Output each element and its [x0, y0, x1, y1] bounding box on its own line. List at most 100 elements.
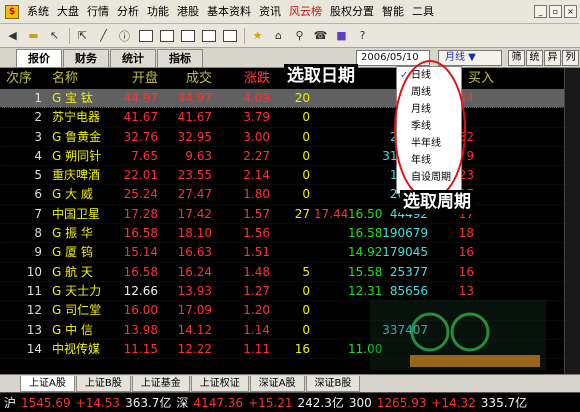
table-row[interactable]: 8G 振 华 16.58 18.10 1.56 16.58 190679 18 — [0, 224, 564, 244]
right-button-2[interactable]: 异 — [544, 50, 561, 66]
table-row[interactable]: 5重庆啤酒22.0123.552.1401058323 — [0, 166, 564, 186]
table-row[interactable]: 13 G 中 信 13.98 14.12 1.14 0 337407 — [0, 321, 564, 340]
phone-icon[interactable]: ☎ — [311, 27, 330, 45]
table-row[interactable]: 6G 大 威25.2427.471.8002025927 — [0, 185, 564, 205]
menu-item[interactable]: 二具 — [408, 0, 438, 24]
date-callout: 选取日期 — [284, 64, 358, 88]
tag-icon[interactable]: ⌂ — [269, 27, 288, 45]
kline-chart-icon[interactable] — [157, 27, 176, 45]
cell-chg: 1.27 — [243, 283, 270, 298]
draw-line-icon[interactable]: ╱ — [94, 27, 113, 45]
tab-3[interactable]: 指标 — [157, 49, 203, 67]
table-row[interactable]: 2苏宁电器41.6741.673.7904 — [0, 108, 564, 128]
table-row[interactable]: 12 G 司仁堂 16.00 17.09 1.20 0 — [0, 301, 564, 321]
cell-c5: 0 — [302, 148, 310, 163]
cell-last: 16.63 — [177, 245, 212, 260]
pointer-icon[interactable]: ⇱ — [73, 27, 92, 45]
market-tab-3[interactable]: 上证权证 — [190, 375, 249, 392]
right-button-3[interactable]: 列 — [562, 50, 579, 66]
cell-open: 15.14 — [123, 245, 158, 260]
column-header[interactable]: 成交 — [162, 68, 216, 89]
cell-c6 — [314, 340, 348, 359]
period-option[interactable]: 半年线 — [397, 135, 461, 152]
menu-item[interactable]: 智能 — [378, 0, 408, 24]
book-icon[interactable]: ■ — [332, 27, 351, 45]
period-option[interactable]: 自设周期 — [397, 169, 461, 186]
market-tab-0[interactable]: 上证A股 — [20, 375, 75, 392]
restore-icon[interactable]: ▫ — [549, 5, 562, 18]
cell-idx: 9 — [34, 245, 42, 260]
column-header[interactable]: 次序 — [0, 68, 46, 89]
table-row[interactable]: 11 G 天士力 12.66 13.93 1.27 0 12.31 85656 13 — [0, 282, 564, 302]
menu-item[interactable]: 资讯 — [255, 0, 285, 24]
vertical-scrollbar[interactable] — [564, 68, 580, 374]
table-row[interactable]: 10 G 航 天 16.58 16.24 1.48 5 15.58 25377 16 — [0, 263, 564, 282]
menu-item[interactable]: 系统 — [23, 0, 53, 24]
column-header[interactable]: 名称 — [46, 68, 106, 89]
table-row[interactable]: 14 中视传媒 11.15 12.22 1.11 16 11.00 — [0, 340, 564, 360]
minimize-icon[interactable]: _ — [534, 5, 547, 18]
period-option[interactable]: 年线 — [397, 152, 461, 169]
c300-label: 300 — [348, 395, 372, 410]
cell-last: 41.67 — [177, 110, 212, 125]
period-option[interactable]: 周线 — [397, 84, 461, 101]
menu-item[interactable]: 行情 — [83, 0, 113, 24]
period-selector[interactable]: 月线 ▼ — [438, 50, 502, 66]
folder-icon[interactable]: ▬ — [24, 27, 43, 45]
c300-change: +14.32 — [431, 395, 476, 410]
period-option[interactable]: 日线 — [397, 67, 461, 84]
menu-item[interactable]: 分析 — [113, 0, 143, 24]
market-tab-4[interactable]: 深证A股 — [249, 375, 305, 392]
menu-item[interactable]: 功能 — [143, 0, 173, 24]
cell-last: 16.24 — [177, 264, 212, 279]
close-icon[interactable]: × — [564, 5, 577, 18]
tab-1[interactable]: 财务 — [63, 49, 109, 67]
cell-c7 — [348, 108, 382, 127]
cell-c6: 17.44 — [314, 206, 348, 221]
table-row[interactable]: 3G 鲁黄金32.7632.953.0002577132 — [0, 128, 564, 147]
tab-0[interactable]: 报价 — [16, 49, 62, 67]
magnifier-icon[interactable]: ⚲ — [290, 27, 309, 45]
cell-vol — [382, 301, 432, 320]
table-row[interactable]: 7中国卫星17.2817.421.572717.4416.504449217 — [0, 205, 564, 225]
market-tab-2[interactable]: 上证基金 — [131, 375, 190, 392]
market-tab-1[interactable]: 上证B股 — [75, 375, 131, 392]
cell-c5: 5 — [302, 264, 310, 279]
back-icon[interactable]: ◀ — [3, 27, 22, 45]
period-option[interactable]: 季线 — [397, 118, 461, 135]
ticker-list-icon[interactable] — [136, 27, 155, 45]
star-icon[interactable]: ★ — [248, 27, 267, 45]
column-header[interactable]: 涨跌 — [216, 68, 274, 89]
table-row[interactable]: 9 G 厦 钨 15.14 16.63 1.51 14.92 179045 16 — [0, 243, 564, 263]
cell-idx: 11 — [26, 283, 42, 298]
menu-item[interactable]: 股权分置 — [326, 0, 378, 24]
f10-icon[interactable] — [220, 27, 239, 45]
period-callout: 选取周期 — [400, 190, 474, 214]
menu-item[interactable]: 大盘 — [53, 0, 83, 24]
tab-2[interactable]: 统计 — [110, 49, 156, 67]
cell-c5: 20 — [294, 91, 310, 105]
column-header[interactable]: 开盘 — [106, 68, 162, 89]
window-controls: _ ▫ × — [534, 5, 577, 18]
market-tab-5[interactable]: 深证B股 — [305, 375, 361, 392]
menu-item[interactable]: 风云榜 — [285, 0, 326, 24]
right-button-1[interactable]: 统 — [526, 50, 543, 66]
cell-chg: 1.20 — [243, 303, 270, 318]
table-row[interactable]: 1G 宝 钛44.9744.974.092063744 — [0, 89, 564, 109]
menu-item[interactable]: 港股 — [173, 0, 203, 24]
cell-idx: 7 — [34, 206, 42, 221]
period-option[interactable]: 月线 — [397, 101, 461, 118]
cursor-icon[interactable]: ↖ — [45, 27, 64, 45]
report-icon[interactable] — [178, 27, 197, 45]
help-icon[interactable]: ? — [353, 27, 372, 45]
cell-c5: 0 — [302, 129, 310, 144]
cell-c6 — [314, 89, 348, 108]
info-icon[interactable]: ⓘ — [115, 27, 134, 45]
table-row[interactable]: 4G 朔同针7.659.632.2703103599 — [0, 147, 564, 167]
date-selector[interactable]: 2006/05/10 ÷ — [356, 50, 430, 77]
menu-item[interactable]: 基本资料 — [203, 0, 255, 24]
cell-idx: 6 — [34, 187, 42, 202]
grid-icon[interactable] — [199, 27, 218, 45]
right-button-0[interactable]: 筛 — [508, 50, 525, 66]
cell-c6 — [314, 185, 348, 204]
